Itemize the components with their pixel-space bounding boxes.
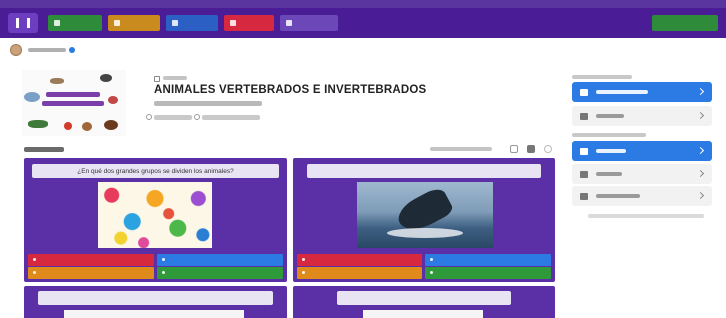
- question-image-question-marks: [98, 182, 212, 248]
- question-card-1[interactable]: ¿En qué dos grandes grupos se dividen lo…: [24, 158, 287, 282]
- question-title: [337, 291, 511, 305]
- questions-count-icon: [146, 114, 152, 120]
- sidebar-item-2[interactable]: [572, 106, 712, 126]
- nav-button-3-icon: [172, 20, 178, 26]
- answer-marker-icon: [162, 258, 165, 261]
- questions-count: [154, 115, 192, 120]
- snail-icon: [82, 122, 92, 131]
- sidebar-item-3-label: [596, 149, 626, 153]
- chevron-right-icon: [696, 169, 705, 178]
- author-row[interactable]: [10, 44, 75, 56]
- answer-option[interactable]: [28, 254, 154, 266]
- bug-icon: [108, 96, 118, 104]
- answer-marker-icon: [430, 271, 433, 274]
- question-card-3[interactable]: [24, 286, 287, 318]
- nav-button-1[interactable]: [48, 15, 102, 31]
- plays-count-icon: [194, 114, 200, 120]
- answer-marker-icon: [33, 258, 36, 261]
- question-title: ¿En qué dos grandes grupos se dividen lo…: [32, 164, 279, 178]
- sidebar-item-2-icon: [580, 112, 588, 120]
- sidebar-item-1[interactable]: [572, 82, 712, 102]
- answer-option[interactable]: [157, 254, 283, 266]
- question-image-whale: [357, 182, 493, 248]
- chevron-right-icon: [696, 191, 705, 200]
- sidebar-footer-link[interactable]: [588, 214, 704, 218]
- sidebar-item-5[interactable]: [572, 186, 712, 206]
- quiz-type-label: [163, 76, 187, 80]
- quiz-subtitle: [154, 101, 262, 106]
- question-title: [307, 164, 541, 178]
- top-navbar: [0, 8, 726, 38]
- answer-marker-icon: [302, 271, 305, 274]
- verified-icon: [69, 47, 75, 53]
- sidebar-item-1-icon: [580, 88, 588, 96]
- grid-view-icon[interactable]: [510, 145, 518, 153]
- cover-title-line-2: [42, 101, 104, 106]
- quiz-cover-image: [22, 70, 126, 136]
- sidebar-item-3-icon: [580, 147, 588, 155]
- sidebar-section-heading: [572, 133, 646, 137]
- nav-button-5[interactable]: [280, 15, 338, 31]
- app-window: ANIMALES VERTEBRADOS E INVERTEBRADOS ¿En…: [0, 0, 726, 318]
- nav-button-5-icon: [286, 20, 292, 26]
- question-image: [64, 310, 244, 318]
- answer-marker-icon: [430, 258, 433, 261]
- show-answers-toggle[interactable]: [430, 147, 492, 151]
- browser-strip: [0, 0, 726, 8]
- quiz-type-icon: [154, 76, 160, 82]
- fish-icon: [50, 78, 64, 84]
- nav-button-1-icon: [54, 20, 60, 26]
- sidebar-item-1-label: [596, 90, 648, 94]
- sidebar-item-2-label: [596, 114, 624, 118]
- author-name: [28, 48, 66, 52]
- plays-count: [202, 115, 260, 120]
- nav-button-4-icon: [230, 20, 236, 26]
- answer-option[interactable]: [425, 254, 551, 266]
- answer-option[interactable]: [157, 267, 283, 279]
- ladybug-icon: [64, 122, 72, 130]
- list-view-icon[interactable]: [527, 145, 535, 153]
- avatar: [10, 44, 22, 56]
- logo-icon: [16, 18, 30, 28]
- chevron-right-icon: [696, 146, 705, 155]
- questions-header: [24, 147, 64, 152]
- question-title: [38, 291, 273, 305]
- nav-button-3[interactable]: [166, 15, 218, 31]
- sidebar-item-5-icon: [580, 192, 588, 200]
- answer-marker-icon: [162, 271, 165, 274]
- question-marks-icon: [98, 182, 212, 248]
- water-splash-icon: [387, 228, 463, 238]
- nav-button-2[interactable]: [108, 15, 160, 31]
- answer-option[interactable]: [297, 254, 422, 266]
- question-card-4[interactable]: [293, 286, 555, 318]
- sidebar-item-3[interactable]: [572, 141, 712, 161]
- cover-title-line-1: [46, 92, 100, 97]
- nav-right-button[interactable]: [652, 15, 718, 31]
- sidebar-section-heading: [572, 75, 632, 79]
- answer-marker-icon: [302, 258, 305, 261]
- answer-option[interactable]: [28, 267, 154, 279]
- cover-title-art: [42, 92, 104, 118]
- nav-button-4[interactable]: [224, 15, 274, 31]
- settings-icon[interactable]: [544, 145, 552, 153]
- app-logo[interactable]: [8, 13, 38, 33]
- chevron-right-icon: [696, 111, 705, 120]
- question-card-2[interactable]: [293, 158, 555, 282]
- answer-marker-icon: [33, 271, 36, 274]
- question-image: [363, 310, 483, 318]
- answer-option[interactable]: [425, 267, 551, 279]
- sidebar-item-4-label: [596, 172, 622, 176]
- bird-icon: [100, 74, 112, 82]
- nav-button-2-icon: [114, 20, 120, 26]
- sidebar-item-4-icon: [580, 170, 588, 178]
- sidebar-item-4[interactable]: [572, 164, 712, 184]
- insect-icon: [24, 92, 40, 102]
- sidebar-item-5-label: [596, 194, 640, 198]
- lizard-icon: [28, 120, 48, 128]
- quiz-title: ANIMALES VERTEBRADOS E INVERTEBRADOS: [154, 84, 427, 96]
- chevron-right-icon: [696, 87, 705, 96]
- answer-option[interactable]: [297, 267, 422, 279]
- beetle-icon: [104, 120, 118, 130]
